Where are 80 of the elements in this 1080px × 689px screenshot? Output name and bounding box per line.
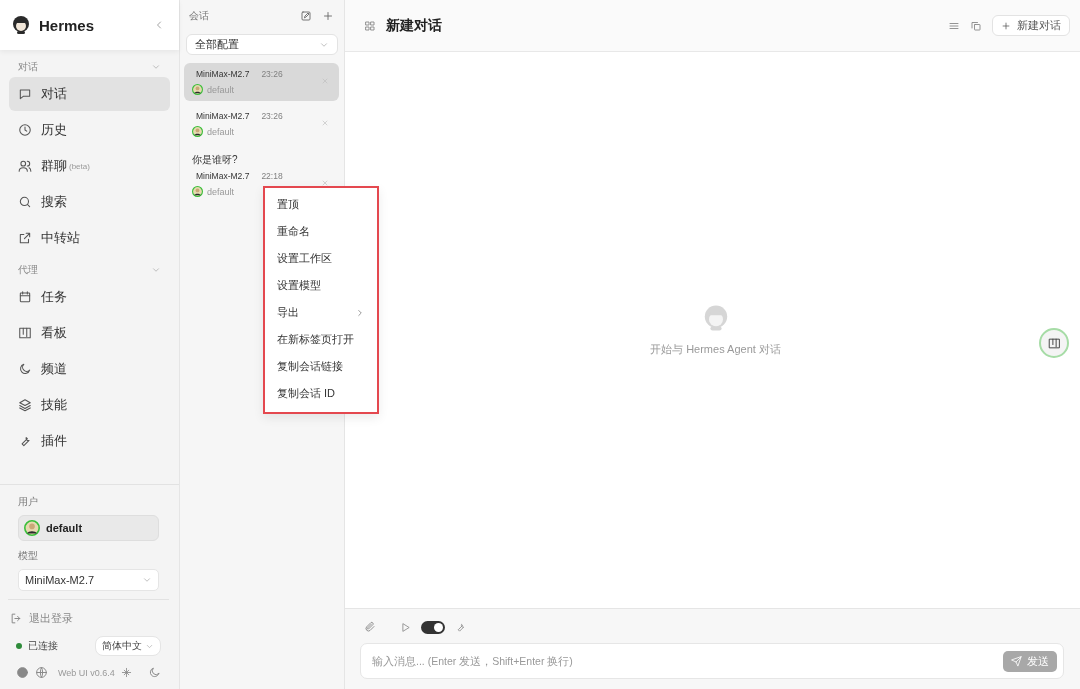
brand-name: Hermes [39,16,96,34]
chevron-down-icon[interactable] [151,265,161,275]
model-name: MiniMax-M2.7 [196,171,250,181]
menu-item[interactable]: 复制会话链接 [265,353,377,380]
sparkle-icon[interactable] [120,667,132,678]
moon-icon[interactable] [148,666,161,679]
user-chip[interactable]: default [18,515,159,541]
nav-item[interactable]: 技能 [9,388,170,422]
model-name: MiniMax-M2.7 [196,111,250,121]
field-label: 用户 [17,495,39,509]
calendar-icon [18,290,32,304]
nav-item[interactable]: 历史 [9,113,170,147]
menu-item[interactable]: 置顶 [265,191,377,218]
chevron-down-icon[interactable] [151,62,161,72]
avatar-icon [192,84,203,95]
profile-name: default [207,126,235,137]
send-icon [1011,655,1022,667]
profile-name: default [207,186,235,197]
copy-icon[interactable] [970,19,982,32]
layers-icon [18,398,32,412]
model-select[interactable]: MiniMax-M2.7 [18,569,159,591]
globe-icon[interactable] [35,666,48,679]
model-name: MiniMax-M2.7 [196,69,250,79]
columns-icon [18,326,32,340]
menu-item[interactable]: 复制会话 ID [265,380,377,407]
toggle-switch[interactable] [421,620,445,634]
clock-icon [18,123,32,137]
profile-filter[interactable]: 全部配置 [186,34,338,55]
session-title: 你是谁呀? [192,153,239,167]
avatar-icon [24,520,40,536]
version-label: Web UI v0.6.4 [58,667,115,678]
field-label: 模型 [17,549,39,563]
menu-item[interactable]: 设置模型 [265,272,377,299]
people-icon [18,159,32,173]
menu-item[interactable]: 在新标签页打开 [265,326,377,353]
chat-icon [18,87,32,101]
moon-icon [18,362,32,376]
chevron-down-icon [142,575,152,585]
beta-note: (beta) [69,161,90,171]
menu-item[interactable]: 设置工作区 [265,245,377,272]
session-item[interactable]: MiniMax-M2.7 23:26 default [184,63,339,101]
session-time: 23:26 [261,111,283,121]
profile-name: default [207,84,235,95]
logo-icon [11,15,31,35]
avatar-icon [192,186,203,197]
language-select[interactable]: 简体中文 [95,636,161,656]
nav-item[interactable]: 任务 [9,280,170,314]
page-title: 新建对话 [386,16,443,35]
section-label: 代理 [18,263,38,277]
nav-item[interactable]: 搜索 [9,185,170,219]
nav-item[interactable]: 看板 [9,316,170,350]
nav-item[interactable]: 对话 [9,77,170,111]
session-time: 22:18 [261,171,283,181]
panel-toggle-button[interactable] [1039,328,1069,358]
chevron-right-icon [355,307,365,318]
new-chat-button[interactable]: 新建对话 [992,15,1070,36]
external-link-icon [18,231,32,245]
plus-icon[interactable] [322,10,334,22]
logout-icon [10,611,23,625]
nav-item[interactable]: 中转站 [9,221,170,255]
section-label: 对话 [18,60,38,74]
play-icon[interactable] [400,621,411,633]
search-icon [18,195,32,209]
session-time: 23:26 [261,69,283,79]
panel-title: 会话 [189,9,210,23]
close-icon[interactable] [321,179,329,187]
session-item[interactable]: MiniMax-M2.7 23:26 default [184,105,339,143]
grid-icon[interactable] [364,19,376,32]
menu-item[interactable]: 重命名 [265,218,377,245]
nav-item[interactable]: 群聊(beta) [9,149,170,183]
status-label: 已连接 [28,639,58,653]
nav-item[interactable]: 频道 [9,352,170,386]
plus-icon [1001,20,1011,31]
menu-item[interactable]: 导出 [265,299,377,326]
edit-icon[interactable] [300,10,312,22]
empty-state-text: 开始与 Hermes Agent 对话 [650,341,781,357]
columns-icon [1047,336,1061,350]
nav-item[interactable]: 插件 [9,424,170,458]
wrench-icon[interactable] [455,621,466,633]
avatar-icon [192,126,203,137]
